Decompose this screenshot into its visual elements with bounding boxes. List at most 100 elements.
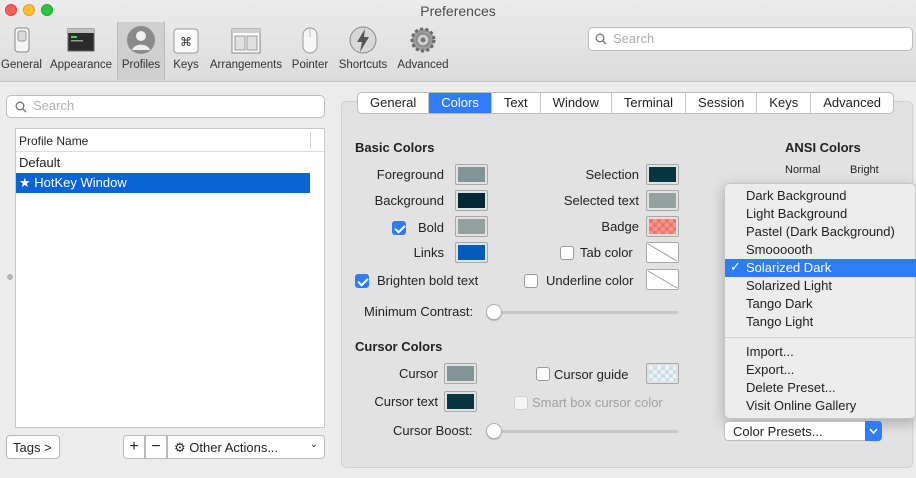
- links-color-well[interactable]: [455, 242, 488, 263]
- other-actions-label: Other Actions...: [189, 440, 279, 455]
- toolbar-label: Keys: [173, 59, 199, 71]
- brighten-bold-checkbox[interactable]: [355, 274, 369, 288]
- menu-item-preset[interactable]: Solarized Light: [725, 277, 916, 295]
- toolbar-label: Advanced: [397, 59, 449, 71]
- profile-table-header[interactable]: Profile Name: [16, 129, 324, 152]
- toolbar-pointer[interactable]: Pointer: [289, 22, 331, 80]
- tab-colors[interactable]: Colors: [429, 93, 492, 113]
- tab-terminal[interactable]: Terminal: [612, 93, 687, 113]
- command-key-icon: ⌘: [173, 28, 199, 54]
- brighten-bold-label: Brighten bold text: [377, 273, 479, 288]
- preferences-search-input[interactable]: [613, 31, 903, 46]
- cursor-boost-slider-knob[interactable]: [486, 423, 502, 439]
- color-swatch: [447, 366, 474, 381]
- color-swatch: [447, 394, 474, 409]
- menu-item-preset[interactable]: Dark Background: [725, 187, 916, 205]
- remove-profile-button[interactable]: −: [145, 435, 167, 459]
- no-color-slash-icon: [647, 270, 678, 289]
- toolbar-label: Shortcuts: [338, 59, 388, 71]
- smart-box-cursor-label: Smart box cursor color: [532, 395, 663, 410]
- menu-item-preset[interactable]: Pastel (Dark Background): [725, 223, 916, 241]
- cursor-guide-checkbox[interactable]: [536, 367, 550, 381]
- split-resize-handle[interactable]: [7, 274, 13, 280]
- minimum-contrast-slider-track[interactable]: [490, 311, 678, 314]
- toolbar-label: General: [1, 59, 42, 71]
- profile-row-hotkey-window[interactable]: ★ HotKey Window: [16, 173, 310, 193]
- color-swatch: [458, 167, 485, 182]
- window-toolbar: Preferences General Appearance Profiles …: [0, 0, 916, 82]
- smart-box-cursor-checkbox[interactable]: [514, 396, 528, 410]
- color-swatch: [649, 366, 676, 381]
- tab-session[interactable]: Session: [686, 93, 758, 113]
- menu-item-delete-preset[interactable]: Delete Preset...: [725, 379, 916, 397]
- tab-color-checkbox[interactable]: [560, 246, 574, 260]
- toolbar-keys[interactable]: ⌘ Keys: [167, 22, 205, 80]
- ansi-colors-title: ANSI Colors: [785, 140, 861, 155]
- menu-item-preset[interactable]: Light Background: [725, 205, 916, 223]
- menu-item-preset[interactable]: Smoooooth: [725, 241, 916, 259]
- cursor-guide-label: Cursor guide: [554, 367, 629, 382]
- tab-text[interactable]: Text: [492, 93, 541, 113]
- profile-search-input[interactable]: [33, 98, 313, 113]
- star-icon: ★: [19, 176, 31, 191]
- menu-item-preset[interactable]: Tango Light: [725, 313, 916, 331]
- toolbar-arrangements[interactable]: Arrangements: [207, 22, 285, 80]
- tab-color-well[interactable]: [646, 242, 679, 263]
- toolbar-label: Appearance: [49, 59, 113, 71]
- background-color-well[interactable]: [455, 190, 488, 211]
- tags-button[interactable]: Tags >: [6, 435, 60, 459]
- menu-item-import[interactable]: Import...: [725, 343, 916, 361]
- cursor-text-color-well[interactable]: [444, 391, 477, 412]
- menu-item-visit-gallery[interactable]: Visit Online Gallery: [725, 397, 916, 415]
- links-label: Links: [413, 245, 444, 260]
- selection-color-well[interactable]: [646, 164, 679, 185]
- selection-label: Selection: [585, 167, 639, 182]
- underline-color-well[interactable]: [646, 269, 679, 290]
- preferences-search[interactable]: [588, 27, 913, 51]
- ansi-bright-label: Bright: [850, 164, 879, 176]
- menu-item-preset-selected[interactable]: ✓ Solarized Dark: [725, 259, 916, 277]
- cursor-boost-label: Cursor Boost:: [393, 423, 473, 438]
- badge-color-well[interactable]: [646, 216, 679, 237]
- minimum-contrast-slider-knob[interactable]: [486, 304, 502, 320]
- cursor-label: Cursor: [398, 366, 438, 381]
- svg-text:⌘: ⌘: [180, 35, 192, 49]
- tab-window[interactable]: Window: [541, 93, 612, 113]
- cursor-boost-slider-track[interactable]: [490, 430, 678, 433]
- toolbar-shortcuts[interactable]: Shortcuts: [335, 22, 391, 80]
- bold-color-well[interactable]: [455, 216, 488, 237]
- menu-item-export[interactable]: Export...: [725, 361, 916, 379]
- tab-advanced[interactable]: Advanced: [811, 93, 893, 113]
- underline-color-checkbox[interactable]: [524, 274, 538, 288]
- profile-name: HotKey Window: [34, 175, 127, 190]
- gear-icon: [410, 27, 436, 53]
- profile-search[interactable]: [6, 95, 325, 118]
- mouse-pointer-icon: [302, 27, 318, 54]
- color-swatch: [458, 245, 485, 260]
- cursor-color-well[interactable]: [444, 363, 477, 384]
- color-swatch: [458, 193, 485, 208]
- profile-person-icon: [127, 26, 155, 54]
- tab-general[interactable]: General: [358, 93, 430, 113]
- profile-table: Profile Name Default ★ HotKey Window: [15, 128, 325, 428]
- menu-item-preset[interactable]: Tango Dark: [725, 295, 916, 313]
- cursor-colors-title: Cursor Colors: [355, 339, 443, 354]
- profile-tabbar: General Colors Text Window Terminal Sess…: [357, 92, 895, 114]
- profile-row-default[interactable]: Default: [16, 153, 310, 173]
- toolbar-general[interactable]: General: [0, 22, 43, 80]
- tab-keys[interactable]: Keys: [757, 93, 812, 113]
- toolbar-appearance[interactable]: Appearance: [45, 22, 117, 80]
- add-profile-button[interactable]: +: [123, 435, 145, 459]
- bold-checkbox[interactable]: [392, 221, 406, 235]
- foreground-color-well[interactable]: [455, 164, 488, 185]
- background-label: Background: [374, 193, 444, 208]
- cursor-guide-color-well[interactable]: [646, 363, 679, 384]
- toolbar-profiles[interactable]: Profiles: [117, 22, 165, 80]
- other-actions-button[interactable]: ⚙ Other Actions... ⌄: [167, 435, 325, 459]
- color-presets-button[interactable]: Color Presets...: [724, 421, 882, 441]
- toolbar-advanced[interactable]: Advanced: [394, 22, 452, 80]
- profile-name: Default: [19, 155, 61, 170]
- column-header-profile-name[interactable]: Profile Name: [19, 134, 88, 148]
- selected-text-color-well[interactable]: [646, 190, 679, 211]
- basic-colors-title: Basic Colors: [355, 140, 435, 155]
